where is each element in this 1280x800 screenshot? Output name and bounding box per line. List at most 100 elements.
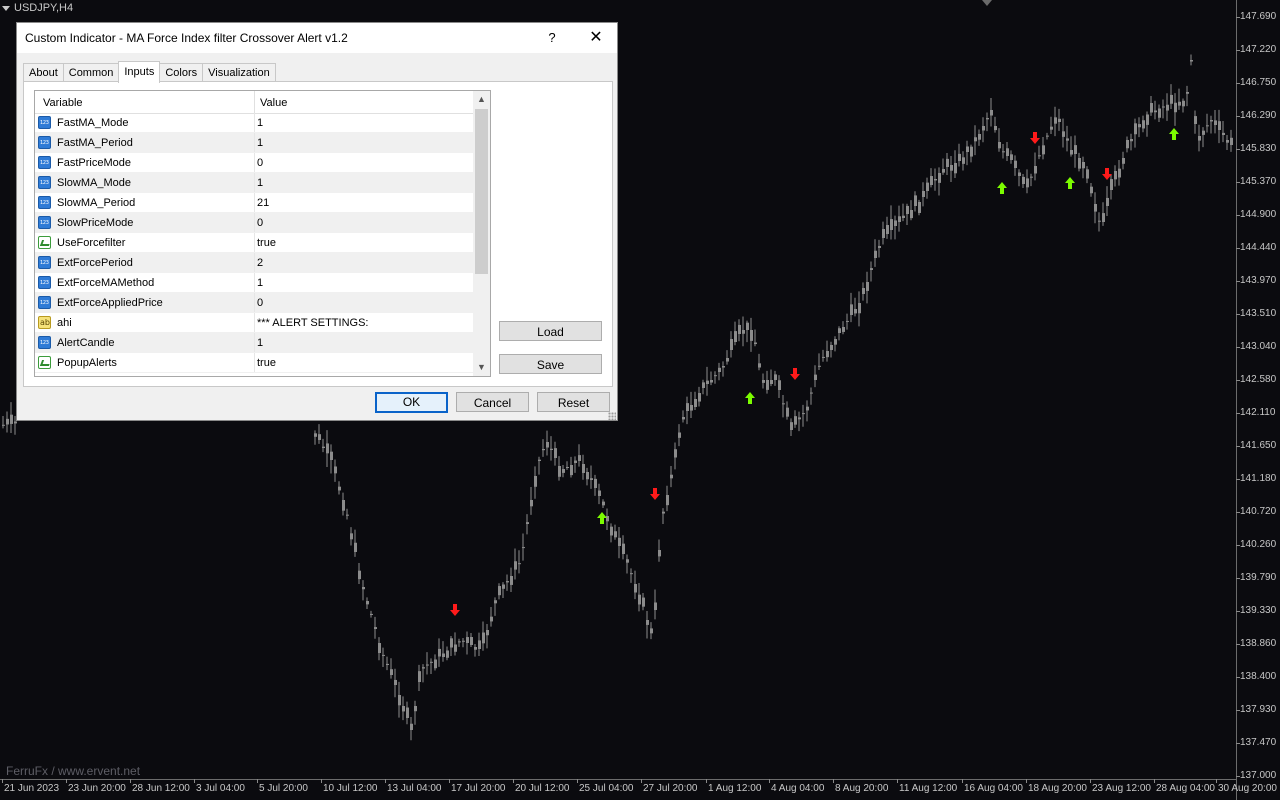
chart-symbol-label[interactable]: USDJPY,H4: [2, 2, 73, 14]
table-row[interactable]: FastMA_Period 1: [35, 133, 473, 153]
variable-value[interactable]: *** ALERT SETTINGS:: [257, 317, 368, 329]
variable-name: FastMA_Mode: [57, 117, 129, 129]
table-row[interactable]: ExtForcePeriod 2: [35, 253, 473, 273]
table-row[interactable]: ahi *** ALERT SETTINGS:: [35, 313, 473, 333]
table-row[interactable]: SlowPriceMode 0: [35, 213, 473, 233]
candle-body: [702, 382, 705, 388]
candle-body: [934, 179, 937, 181]
candle-body: [926, 182, 929, 191]
symbol-dropdown-icon[interactable]: [2, 5, 10, 11]
dialog-titlebar[interactable]: Custom Indicator - MA Force Index filter…: [17, 23, 617, 53]
candle-body: [1018, 172, 1021, 176]
help-button[interactable]: ?: [541, 27, 563, 49]
price-label: 147.690: [1240, 11, 1277, 22]
load-button[interactable]: Load: [499, 321, 602, 341]
candle-body: [978, 134, 981, 140]
column-header-value[interactable]: Value: [260, 97, 287, 109]
table-row[interactable]: FastPriceMode 0: [35, 153, 473, 173]
candle-body: [350, 533, 353, 540]
table-row[interactable]: PopupAlerts true: [35, 353, 473, 373]
tab-colors[interactable]: Colors: [159, 63, 204, 82]
ok-button[interactable]: OK: [375, 392, 448, 413]
table-row[interactable]: AlertCandle 1: [35, 333, 473, 353]
variable-name: SlowMA_Mode: [57, 177, 131, 189]
cancel-button[interactable]: Cancel: [456, 392, 529, 412]
scroll-thumb[interactable]: [475, 109, 488, 274]
candle-body: [782, 403, 785, 405]
candle-body: [906, 205, 909, 214]
candle-body: [1162, 106, 1165, 108]
scroll-down-icon[interactable]: ▼: [473, 359, 490, 376]
column-header-variable[interactable]: Variable: [43, 97, 83, 109]
save-button[interactable]: Save: [499, 354, 602, 374]
candle-body: [1118, 168, 1121, 178]
tab-common[interactable]: Common: [62, 63, 120, 82]
candle-body: [1126, 139, 1129, 149]
close-icon[interactable]: ✕: [585, 27, 607, 49]
candle-body: [1114, 170, 1117, 180]
candle-body: [558, 466, 561, 477]
table-row[interactable]: ExtForceMAMethod 1: [35, 273, 473, 293]
candle-body: [562, 469, 565, 473]
candle-body: [458, 641, 461, 643]
variable-value[interactable]: 1: [257, 137, 263, 149]
variable-value[interactable]: 1: [257, 177, 263, 189]
variable-value[interactable]: 0: [257, 157, 263, 169]
scroll-up-icon[interactable]: ▲: [473, 91, 490, 108]
candle-body: [546, 442, 549, 448]
tab-visualization[interactable]: Visualization: [202, 63, 276, 82]
variable-value[interactable]: true: [257, 357, 276, 369]
candle-body: [990, 110, 993, 116]
time-label: 27 Jul 20:00: [643, 783, 698, 794]
table-row[interactable]: FastMA_Mode 1: [35, 113, 473, 133]
candle-body: [314, 433, 317, 437]
variable-value[interactable]: 1: [257, 277, 263, 289]
candle-body: [726, 358, 729, 362]
candle-body: [1222, 132, 1225, 135]
candle-body: [814, 374, 817, 380]
candle-body: [454, 644, 457, 652]
candle-body: [818, 365, 821, 367]
grid-scrollbar[interactable]: ▲ ▼: [473, 91, 490, 376]
buy-arrow-icon: [1065, 177, 1075, 189]
candle-body: [430, 661, 433, 663]
candle-body: [342, 500, 345, 511]
variable-value[interactable]: 1: [257, 337, 263, 349]
column-divider[interactable]: [254, 91, 255, 113]
candle-body: [1110, 179, 1113, 190]
candle-body: [690, 405, 693, 411]
variable-value[interactable]: 1: [257, 117, 263, 129]
variable-name: SlowPriceMode: [57, 217, 134, 229]
variable-value[interactable]: true: [257, 237, 276, 249]
candle-body: [958, 153, 961, 161]
candle-body: [1042, 145, 1045, 155]
chart-shift-marker[interactable]: [982, 0, 992, 6]
candle-body: [426, 664, 429, 666]
variable-value[interactable]: 0: [257, 217, 263, 229]
sell-arrow-icon: [1030, 132, 1040, 144]
candle-body: [846, 320, 849, 322]
table-row[interactable]: UseForcefilter true: [35, 233, 473, 253]
tab-about[interactable]: About: [23, 63, 64, 82]
variable-value[interactable]: 2: [257, 257, 263, 269]
variable-value[interactable]: 0: [257, 297, 263, 309]
candle-body: [954, 163, 957, 174]
resize-grip-icon[interactable]: [608, 412, 616, 420]
table-row[interactable]: SlowMA_Mode 1: [35, 173, 473, 193]
cell-divider: [254, 293, 255, 312]
candle-body: [538, 459, 541, 461]
time-axis[interactable]: [0, 779, 1236, 780]
reset-button[interactable]: Reset: [537, 392, 610, 412]
table-row[interactable]: SlowMA_Period 21: [35, 193, 473, 213]
table-row[interactable]: ExtForceAppliedPrice 0: [35, 293, 473, 313]
time-tick: [385, 779, 386, 783]
candle-body: [1150, 103, 1153, 113]
variable-value[interactable]: 21: [257, 197, 269, 209]
cell-divider: [254, 173, 255, 192]
candle-body: [998, 142, 1001, 149]
cell-divider: [254, 253, 255, 272]
tab-inputs[interactable]: Inputs: [118, 61, 161, 83]
candle-body: [638, 594, 641, 605]
candle-body: [510, 576, 513, 585]
candle-body: [734, 331, 737, 342]
